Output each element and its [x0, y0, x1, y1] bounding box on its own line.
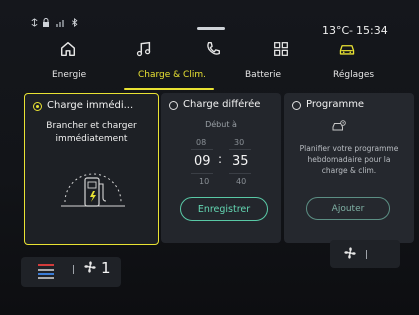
tab-energie[interactable]: Energie [52, 70, 86, 80]
description-line: charge & clim. [321, 166, 377, 175]
heated-seat-icon [38, 264, 54, 279]
car-icon[interactable] [336, 38, 358, 60]
card-description: Brancher et charger immédiatement [31, 120, 152, 146]
description-line: Brancher et charger [46, 121, 137, 131]
bluetooth-icon [71, 17, 78, 30]
divider [366, 250, 367, 259]
card-program[interactable]: Programme Planifier votre programme hebd… [284, 93, 414, 243]
divider [73, 265, 74, 274]
radio-immediate-charge[interactable] [33, 102, 42, 111]
card-immediate-charge[interactable]: Charge immédi... Brancher et charger imm… [24, 93, 159, 245]
apps-grid-icon[interactable] [270, 38, 292, 60]
description-line: hebdomadaire pour la [307, 155, 391, 164]
picker-divider [191, 149, 213, 150]
signal-icon [56, 18, 66, 30]
lock-icon [42, 18, 50, 30]
description-line: immédiatement [55, 134, 128, 144]
drag-handle[interactable] [197, 27, 225, 30]
fan-icon [84, 261, 96, 273]
music-icon[interactable] [133, 38, 155, 60]
phone-icon[interactable] [202, 38, 224, 60]
tab-reglages[interactable]: Réglages [333, 70, 374, 80]
card-title: Charge différée [183, 99, 261, 110]
charging-station-icon [61, 173, 125, 207]
sync-icon [30, 18, 39, 30]
time-colon: : [218, 152, 223, 166]
status-bar: 13°C - 15:34 [0, 0, 419, 37]
card-deferred-charge[interactable]: Charge différée Début à 08 30 09 : 35 10… [161, 93, 281, 243]
picker-divider [229, 149, 251, 150]
save-button[interactable]: Enregistrer [180, 197, 268, 221]
minute-selected[interactable]: 35 [232, 154, 249, 169]
fan-speed-level[interactable]: 1 [101, 259, 111, 277]
app-shortcut-bar [0, 36, 419, 62]
minute-next[interactable]: 40 [236, 177, 246, 186]
minute-prev[interactable]: 30 [234, 138, 244, 147]
card-title: Charge immédi... [47, 100, 134, 111]
air-flow-icon [344, 247, 356, 259]
tab-bar: Energie Charge & Clim. Batterie Réglages [0, 64, 419, 92]
air-flow-button[interactable] [330, 240, 400, 268]
description-line: Planifier votre programme [299, 144, 399, 153]
hour-selected[interactable]: 09 [194, 154, 211, 169]
program-description: Planifier votre programme hebdomadaire p… [288, 143, 410, 176]
hour-prev[interactable]: 08 [196, 138, 206, 147]
radio-deferred-charge[interactable] [169, 101, 178, 110]
home-icon[interactable] [57, 38, 79, 60]
picker-divider [229, 173, 251, 174]
tab-charge-clim[interactable]: Charge & Clim. [138, 70, 206, 80]
picker-divider [191, 173, 213, 174]
schedule-car-icon [332, 120, 346, 131]
add-program-button[interactable]: Ajouter [306, 197, 390, 220]
charge-clim-screen: 13°C - 15:34 Energie Charge & Clim. Batt… [0, 0, 419, 315]
start-time-label: Début à [205, 120, 237, 129]
active-tab-indicator [124, 88, 214, 90]
tab-batterie[interactable]: Batterie [245, 70, 281, 80]
hour-next[interactable]: 10 [199, 177, 209, 186]
card-title: Programme [306, 99, 365, 110]
radio-program[interactable] [292, 101, 301, 110]
